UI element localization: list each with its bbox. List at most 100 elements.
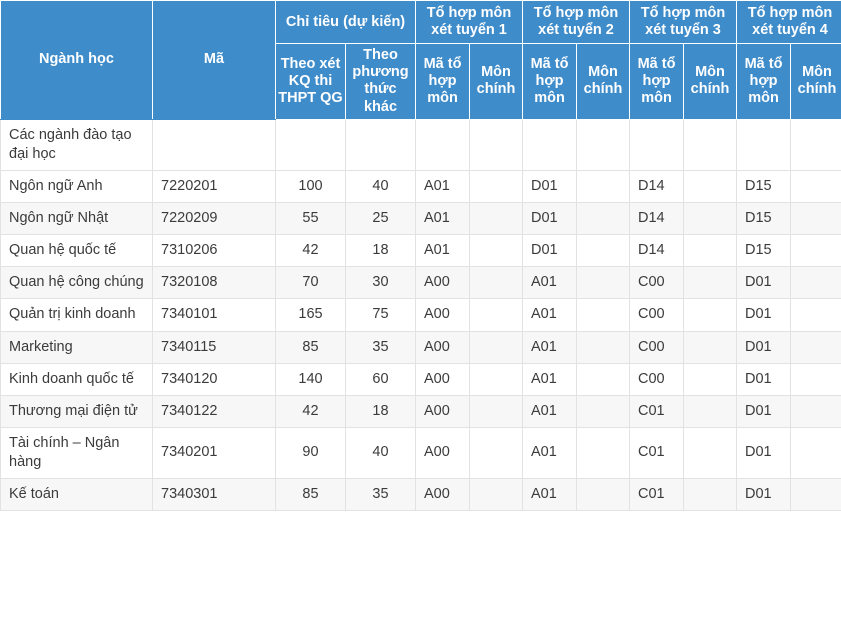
column-group-header-chi-tieu: Chỉ tiêu (dự kiến) — [276, 1, 416, 44]
column-group-header-to-hop-1: Tổ hợp môn xét tuyển 1 — [416, 1, 523, 44]
cell-ma-to-hop-3: C00 — [630, 363, 684, 395]
cell-mon-chinh-4 — [791, 363, 841, 395]
cell-nganh-hoc: Tài chính – Ngân hàng — [1, 427, 153, 478]
cell-mon-chinh-1 — [470, 395, 523, 427]
cell-ma-to-hop-3 — [630, 119, 684, 170]
cell-mon-chinh-3 — [684, 363, 737, 395]
cell-theo-phuong-thuc-khac: 25 — [346, 203, 416, 235]
cell-theo-phuong-thuc-khac: 18 — [346, 395, 416, 427]
table-row: Quan hệ quốc tế73102064218A01D01D14D15 — [1, 235, 841, 267]
cell-mon-chinh-2 — [577, 299, 630, 331]
cell-theo-phuong-thuc-khac: 18 — [346, 235, 416, 267]
cell-ma-to-hop-4: D01 — [737, 427, 791, 478]
column-header-ma-to-hop-mon-1: Mã tổ hợp môn — [416, 44, 470, 119]
cell-ma-to-hop-3: C00 — [630, 331, 684, 363]
cell-ma-to-hop-1: A01 — [416, 235, 470, 267]
cell-ma-to-hop-1: A00 — [416, 427, 470, 478]
column-header-mon-chinh-1: Môn chính — [470, 44, 523, 119]
cell-ma: 7340201 — [153, 427, 276, 478]
cell-ma: 7340122 — [153, 395, 276, 427]
cell-mon-chinh-1 — [470, 363, 523, 395]
column-group-header-to-hop-4: Tổ hợp môn xét tuyển 4 — [737, 1, 841, 44]
cell-theo-phuong-thuc-khac: 60 — [346, 363, 416, 395]
cell-ma-to-hop-4: D15 — [737, 203, 791, 235]
cell-ma: 7310206 — [153, 235, 276, 267]
cell-theo-phuong-thuc-khac: 40 — [346, 170, 416, 202]
cell-nganh-hoc: Kế toán — [1, 479, 153, 511]
table-row: Ngôn ngữ Anh722020110040A01D01D14D15 — [1, 170, 841, 202]
cell-mon-chinh-3 — [684, 235, 737, 267]
cell-nganh-hoc: Quản trị kinh doanh — [1, 299, 153, 331]
cell-theo-phuong-thuc-khac: 40 — [346, 427, 416, 478]
cell-mon-chinh-4 — [791, 331, 841, 363]
column-header-mon-chinh-4: Môn chính — [791, 44, 841, 119]
cell-nganh-hoc: Kinh doanh quốc tế — [1, 363, 153, 395]
cell-ma: 7220201 — [153, 170, 276, 202]
cell-mon-chinh-4 — [791, 427, 841, 478]
cell-mon-chinh-3 — [684, 299, 737, 331]
cell-ma: 7340120 — [153, 363, 276, 395]
cell-ma-to-hop-3: D14 — [630, 203, 684, 235]
cell-ma: 7340301 — [153, 479, 276, 511]
cell-mon-chinh-4 — [791, 119, 841, 170]
column-header-ma-to-hop-mon-4: Mã tổ hợp môn — [737, 44, 791, 119]
cell-ma-to-hop-4: D01 — [737, 363, 791, 395]
cell-mon-chinh-3 — [684, 395, 737, 427]
cell-theo-xet-kq: 100 — [276, 170, 346, 202]
cell-ma-to-hop-1: A01 — [416, 203, 470, 235]
cell-ma-to-hop-4: D15 — [737, 170, 791, 202]
table-body: Các ngành đào tạo đại họcNgôn ngữ Anh722… — [1, 119, 841, 511]
column-header-mon-chinh-3: Môn chính — [684, 44, 737, 119]
column-group-header-to-hop-2: Tổ hợp môn xét tuyển 2 — [523, 1, 630, 44]
cell-mon-chinh-4 — [791, 170, 841, 202]
table-row: Quản trị kinh doanh734010116575A00A01C00… — [1, 299, 841, 331]
cell-ma-to-hop-2: A01 — [523, 331, 577, 363]
cell-mon-chinh-4 — [791, 395, 841, 427]
cell-mon-chinh-2 — [577, 235, 630, 267]
cell-theo-xet-kq — [276, 119, 346, 170]
cell-ma-to-hop-1: A00 — [416, 299, 470, 331]
column-group-header-to-hop-3: Tổ hợp môn xét tuyển 3 — [630, 1, 737, 44]
cell-ma-to-hop-2: A01 — [523, 299, 577, 331]
cell-mon-chinh-2 — [577, 267, 630, 299]
cell-ma-to-hop-2 — [523, 119, 577, 170]
cell-ma-to-hop-2: A01 — [523, 395, 577, 427]
cell-nganh-hoc: Ngôn ngữ Anh — [1, 170, 153, 202]
cell-mon-chinh-3 — [684, 331, 737, 363]
cell-mon-chinh-3 — [684, 427, 737, 478]
cell-mon-chinh-3 — [684, 170, 737, 202]
cell-ma-to-hop-2: D01 — [523, 203, 577, 235]
cell-mon-chinh-1 — [470, 235, 523, 267]
table-row: Kế toán73403018535A00A01C01D01 — [1, 479, 841, 511]
table-row: Tài chính – Ngân hàng73402019040A00A01C0… — [1, 427, 841, 478]
cell-ma-to-hop-1: A01 — [416, 170, 470, 202]
cell-ma-to-hop-3: C00 — [630, 267, 684, 299]
cell-mon-chinh-4 — [791, 479, 841, 511]
cell-nganh-hoc: Quan hệ công chúng — [1, 267, 153, 299]
cell-ma — [153, 119, 276, 170]
cell-ma-to-hop-1: A00 — [416, 267, 470, 299]
cell-mon-chinh-2 — [577, 331, 630, 363]
cell-mon-chinh-3 — [684, 203, 737, 235]
cell-theo-phuong-thuc-khac: 75 — [346, 299, 416, 331]
cell-ma-to-hop-3: C01 — [630, 395, 684, 427]
column-header-theo-xet-kq: Theo xét KQ thi THPT QG — [276, 44, 346, 119]
cell-nganh-hoc: Ngôn ngữ Nhật — [1, 203, 153, 235]
cell-theo-phuong-thuc-khac: 35 — [346, 331, 416, 363]
cell-ma-to-hop-1 — [416, 119, 470, 170]
cell-ma: 7340115 — [153, 331, 276, 363]
cell-mon-chinh-3 — [684, 267, 737, 299]
cell-nganh-hoc: Quan hệ quốc tế — [1, 235, 153, 267]
table-row: Thương mại điện tử73401224218A00A01C01D0… — [1, 395, 841, 427]
cell-ma-to-hop-2: A01 — [523, 427, 577, 478]
cell-ma-to-hop-4: D01 — [737, 395, 791, 427]
column-header-ma-to-hop-mon-2: Mã tổ hợp môn — [523, 44, 577, 119]
column-header-mon-chinh-2: Môn chính — [577, 44, 630, 119]
header-row-top: Ngành học Mã Chỉ tiêu (dự kiến) Tổ hợp m… — [1, 1, 841, 44]
cell-mon-chinh-1 — [470, 427, 523, 478]
cell-mon-chinh-2 — [577, 363, 630, 395]
cell-ma-to-hop-1: A00 — [416, 331, 470, 363]
cell-theo-xet-kq: 70 — [276, 267, 346, 299]
column-header-ma-to-hop-mon-3: Mã tổ hợp môn — [630, 44, 684, 119]
cell-theo-xet-kq: 140 — [276, 363, 346, 395]
